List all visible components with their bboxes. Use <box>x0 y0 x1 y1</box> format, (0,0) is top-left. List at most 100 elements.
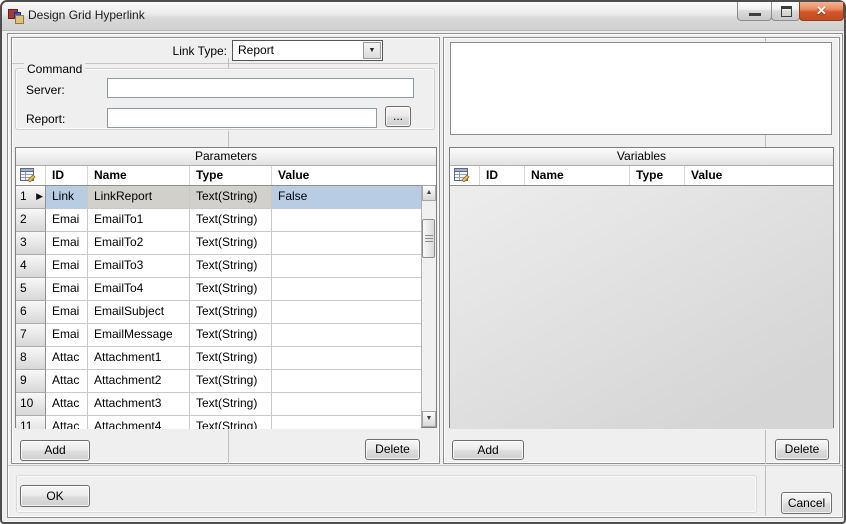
report-field[interactable] <box>107 108 377 128</box>
row-header[interactable]: 11 <box>16 416 46 429</box>
cell-value[interactable] <box>272 278 421 301</box>
table-row[interactable]: 5 Emai EmailTo4 Text(String) <box>16 278 421 301</box>
table-row[interactable]: 3 Emai EmailTo2 Text(String) <box>16 232 421 255</box>
cell-type[interactable]: Text(String) <box>190 393 272 416</box>
cell-type[interactable]: Text(String) <box>190 186 272 209</box>
table-row[interactable]: 6 Emai EmailSubject Text(String) <box>16 301 421 324</box>
row-header[interactable]: 9 <box>16 370 46 393</box>
cell-id[interactable]: Emai <box>46 301 88 324</box>
cell-type[interactable]: Text(String) <box>190 301 272 324</box>
column-header-value[interactable]: Value <box>685 166 833 185</box>
scrollbar-grip-icon <box>424 235 433 242</box>
divider <box>765 135 766 147</box>
cell-value[interactable] <box>272 347 421 370</box>
table-row[interactable]: 10 Attac Attachment3 Text(String) <box>16 393 421 416</box>
combo-dropdown-button[interactable]: ▼ <box>363 42 381 59</box>
cell-value[interactable] <box>272 232 421 255</box>
cell-type[interactable]: Text(String) <box>190 347 272 370</box>
cell-name[interactable]: EmailTo1 <box>88 209 190 232</box>
column-header-id[interactable]: ID <box>46 166 88 185</box>
cell-value[interactable]: False <box>272 186 421 209</box>
row-header[interactable]: 3 <box>16 232 46 255</box>
table-row[interactable]: 4 Emai EmailTo3 Text(String) <box>16 255 421 278</box>
parameters-add-button[interactable]: Add <box>20 440 90 461</box>
table-row[interactable]: 11 Attac Attachment4 Text(String) <box>16 416 421 429</box>
cancel-button[interactable]: Cancel <box>781 492 832 514</box>
row-header[interactable]: 7 <box>16 324 46 347</box>
row-header[interactable]: 8 <box>16 347 46 370</box>
close-icon: ✕ <box>816 3 827 18</box>
table-row[interactable]: 7 Emai EmailMessage Text(String) <box>16 324 421 347</box>
close-button[interactable]: ✕ <box>799 2 844 21</box>
server-field[interactable] <box>107 78 414 98</box>
column-header-type[interactable]: Type <box>630 166 685 185</box>
parameters-delete-button[interactable]: Delete <box>365 439 420 460</box>
cell-id[interactable]: Attac <box>46 347 88 370</box>
cell-type[interactable]: Text(String) <box>190 232 272 255</box>
row-header[interactable]: 6 <box>16 301 46 324</box>
cell-name[interactable]: EmailSubject <box>88 301 190 324</box>
cell-id[interactable]: Emai <box>46 278 88 301</box>
variable-preview-box[interactable] <box>450 42 832 135</box>
cell-name[interactable]: LinkReport <box>88 186 190 209</box>
cell-value[interactable] <box>272 209 421 232</box>
scroll-down-button[interactable]: ▼ <box>422 411 436 427</box>
row-header[interactable]: 5 <box>16 278 46 301</box>
cell-name[interactable]: Attachment4 <box>88 416 190 429</box>
cell-name[interactable]: EmailMessage <box>88 324 190 347</box>
cell-name[interactable]: EmailTo4 <box>88 278 190 301</box>
report-label: Report: <box>26 112 66 126</box>
cell-name[interactable]: EmailTo2 <box>88 232 190 255</box>
column-header-id[interactable]: ID <box>480 166 525 185</box>
cell-id[interactable]: Emai <box>46 324 88 347</box>
vertical-scrollbar[interactable]: ▲ ▼ <box>421 185 436 427</box>
column-header-type[interactable]: Type <box>190 166 272 185</box>
cell-type[interactable]: Text(String) <box>190 370 272 393</box>
cell-type[interactable]: Text(String) <box>190 416 272 429</box>
variables-delete-button[interactable]: Delete <box>775 439 829 460</box>
cell-id[interactable]: Emai <box>46 209 88 232</box>
cell-name[interactable]: Attachment3 <box>88 393 190 416</box>
cell-name[interactable]: EmailTo3 <box>88 255 190 278</box>
variables-add-button[interactable]: Add <box>452 440 524 460</box>
row-header[interactable]: 1 ▶ <box>16 186 46 209</box>
maximize-icon <box>781 6 792 17</box>
ok-button[interactable]: OK <box>20 485 90 507</box>
cell-value[interactable] <box>272 301 421 324</box>
title-bar[interactable]: Design Grid Hyperlink <box>2 2 844 31</box>
column-header-value[interactable]: Value <box>272 166 436 185</box>
scroll-up-button[interactable]: ▲ <box>422 185 436 201</box>
table-row[interactable]: 8 Attac Attachment1 Text(String) <box>16 347 421 370</box>
maximize-button[interactable] <box>771 2 800 21</box>
cell-type[interactable]: Text(String) <box>190 255 272 278</box>
cell-id[interactable]: Attac <box>46 370 88 393</box>
cell-type[interactable]: Text(String) <box>190 324 272 347</box>
browse-button[interactable]: ... <box>385 106 411 127</box>
cell-type[interactable]: Text(String) <box>190 209 272 232</box>
cell-name[interactable]: Attachment1 <box>88 347 190 370</box>
column-header-name[interactable]: Name <box>88 166 190 185</box>
cell-name[interactable]: Attachment2 <box>88 370 190 393</box>
cell-type[interactable]: Text(String) <box>190 278 272 301</box>
cell-id[interactable]: Link <box>46 186 88 209</box>
row-header[interactable]: 4 <box>16 255 46 278</box>
cell-id[interactable]: Emai <box>46 232 88 255</box>
cell-value[interactable] <box>272 370 421 393</box>
cell-id[interactable]: Emai <box>46 255 88 278</box>
cell-id[interactable]: Attac <box>46 393 88 416</box>
table-row[interactable]: 9 Attac Attachment2 Text(String) <box>16 370 421 393</box>
minimize-button[interactable] <box>737 2 772 21</box>
table-row[interactable]: 2 Emai EmailTo1 Text(String) <box>16 209 421 232</box>
row-header[interactable]: 2 <box>16 209 46 232</box>
table-row[interactable]: 1 ▶ Link LinkReport Text(String) False <box>16 186 421 209</box>
cell-id[interactable]: Attac <box>46 416 88 429</box>
cell-value[interactable] <box>272 324 421 347</box>
column-header-name[interactable]: Name <box>525 166 630 185</box>
cell-value[interactable] <box>272 416 421 429</box>
row-number: 10 <box>20 396 34 410</box>
scrollbar-thumb[interactable] <box>422 219 435 258</box>
cell-value[interactable] <box>272 255 421 278</box>
cell-value[interactable] <box>272 393 421 416</box>
link-type-select[interactable]: Report ▼ <box>232 40 383 61</box>
row-header[interactable]: 10 <box>16 393 46 416</box>
